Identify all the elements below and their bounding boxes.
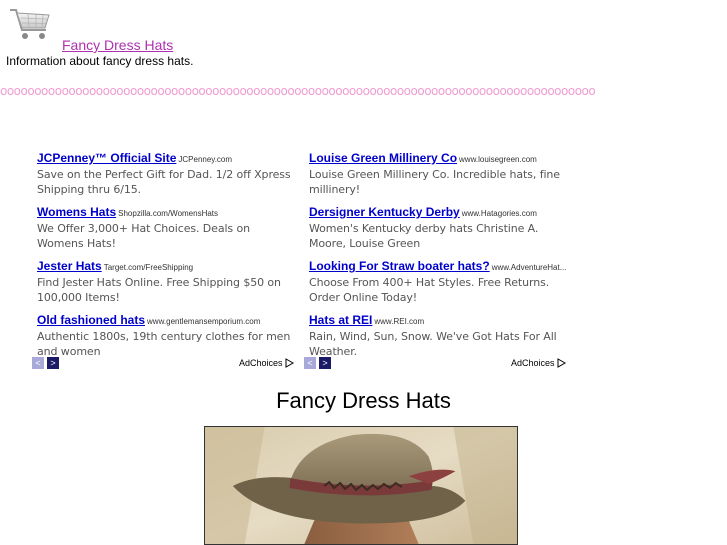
chevron-right-icon: > bbox=[50, 358, 56, 368]
ad-unit: Dersigner Kentucky Derby www.Hatagories.c… bbox=[309, 204, 571, 251]
page: Fancy Dress Hats Information about fancy… bbox=[0, 0, 727, 545]
ad-url-link[interactable]: www.REI.com bbox=[374, 317, 424, 326]
ad-unit: Old fashioned hats www.gentlemansemporium… bbox=[37, 312, 299, 359]
ad-description: Women's Kentucky derby hats Christine A.… bbox=[309, 222, 539, 250]
ad-title-link[interactable]: Hats at REI bbox=[309, 313, 372, 327]
ad-nav-right: < > bbox=[304, 357, 331, 369]
ad-url-link[interactable]: www.AdventureHat... bbox=[492, 263, 567, 272]
ad-url-link[interactable]: JCPenney.com bbox=[178, 155, 232, 164]
ad-title-link[interactable]: Louise Green Millinery Co bbox=[309, 151, 457, 165]
ad-unit: Louise Green Millinery Co www.louisegreen… bbox=[309, 150, 571, 197]
man-in-fedora-photo bbox=[204, 426, 518, 545]
ad-unit: Looking For Straw boater hats? www.Advent… bbox=[309, 258, 571, 305]
adchoices-link[interactable]: AdChoices bbox=[511, 357, 566, 369]
ad-title-link[interactable]: Womens Hats bbox=[37, 205, 116, 219]
chevron-left-icon: < bbox=[35, 358, 41, 368]
adchoices-link[interactable]: AdChoices bbox=[239, 357, 294, 369]
ad-url-link[interactable]: www.Hatagories.com bbox=[462, 209, 537, 218]
ad-prev-button[interactable]: < bbox=[304, 357, 316, 369]
ad-nav-left: < > bbox=[32, 357, 59, 369]
ad-column-left: JCPenney™ Official Site JCPenney.com Save… bbox=[37, 150, 299, 366]
ad-description: Find Jester Hats Online. Free Shipping $… bbox=[37, 276, 281, 304]
shopping-cart-icon bbox=[10, 9, 50, 39]
ad-url-link[interactable]: www.louisegreen.com bbox=[459, 155, 537, 164]
chevron-right-icon: > bbox=[322, 358, 328, 368]
ad-unit: JCPenney™ Official Site JCPenney.com Save… bbox=[37, 150, 299, 197]
ad-unit: Womens Hats Shopzilla.com/WomensHats We O… bbox=[37, 204, 299, 251]
ad-description: Louise Green Millinery Co. Incredible ha… bbox=[309, 168, 560, 196]
main-heading: Fancy Dress Hats bbox=[276, 388, 451, 413]
ad-description: We Offer 3,000+ Hat Choices. Deals on Wo… bbox=[37, 222, 250, 250]
ad-url-link[interactable]: www.gentlemansemporium.com bbox=[147, 317, 260, 326]
ad-title-link[interactable]: JCPenney™ Official Site bbox=[37, 151, 176, 165]
ad-title-link[interactable]: Dersigner Kentucky Derby bbox=[309, 205, 460, 219]
ad-title-link[interactable]: Old fashioned hats bbox=[37, 313, 145, 327]
ad-next-button[interactable]: > bbox=[319, 357, 331, 369]
adchoices-icon bbox=[285, 358, 294, 368]
ad-title-link[interactable]: Jester Hats bbox=[37, 259, 102, 273]
ad-description: Save on the Perfect Gift for Dad. 1/2 of… bbox=[37, 168, 291, 196]
decorative-swirl-border: oooooooooooooooooooooooooooooooooooooooo… bbox=[0, 84, 727, 98]
ad-description: Choose From 400+ Hat Styles. Free Return… bbox=[309, 276, 550, 304]
ad-column-right: Louise Green Millinery Co www.louisegreen… bbox=[309, 150, 571, 366]
ad-description: Rain, Wind, Sun, Snow. We've Got Hats Fo… bbox=[309, 330, 557, 358]
ad-url-link[interactable]: Shopzilla.com/WomensHats bbox=[118, 209, 218, 218]
adchoices-icon bbox=[557, 358, 566, 368]
ad-unit: Jester Hats Target.com/FreeShipping Find … bbox=[37, 258, 299, 305]
adchoices-label: AdChoices bbox=[239, 358, 283, 368]
ad-description: Authentic 1800s, 19th century clothes fo… bbox=[37, 330, 291, 358]
adchoices-label: AdChoices bbox=[511, 358, 555, 368]
site-title-link[interactable]: Fancy Dress Hats bbox=[62, 37, 173, 53]
ad-next-button[interactable]: > bbox=[47, 357, 59, 369]
swirl-pattern: oooooooooooooooooooooooooooooooooooooooo… bbox=[0, 84, 596, 98]
ad-unit: Hats at REI www.REI.com Rain, Wind, Sun, … bbox=[309, 312, 571, 359]
ad-prev-button[interactable]: < bbox=[32, 357, 44, 369]
chevron-left-icon: < bbox=[307, 358, 313, 368]
ad-title-link[interactable]: Looking For Straw boater hats? bbox=[309, 259, 490, 273]
site-description: Information about fancy dress hats. bbox=[6, 54, 194, 68]
ad-url-link[interactable]: Target.com/FreeShipping bbox=[104, 263, 193, 272]
